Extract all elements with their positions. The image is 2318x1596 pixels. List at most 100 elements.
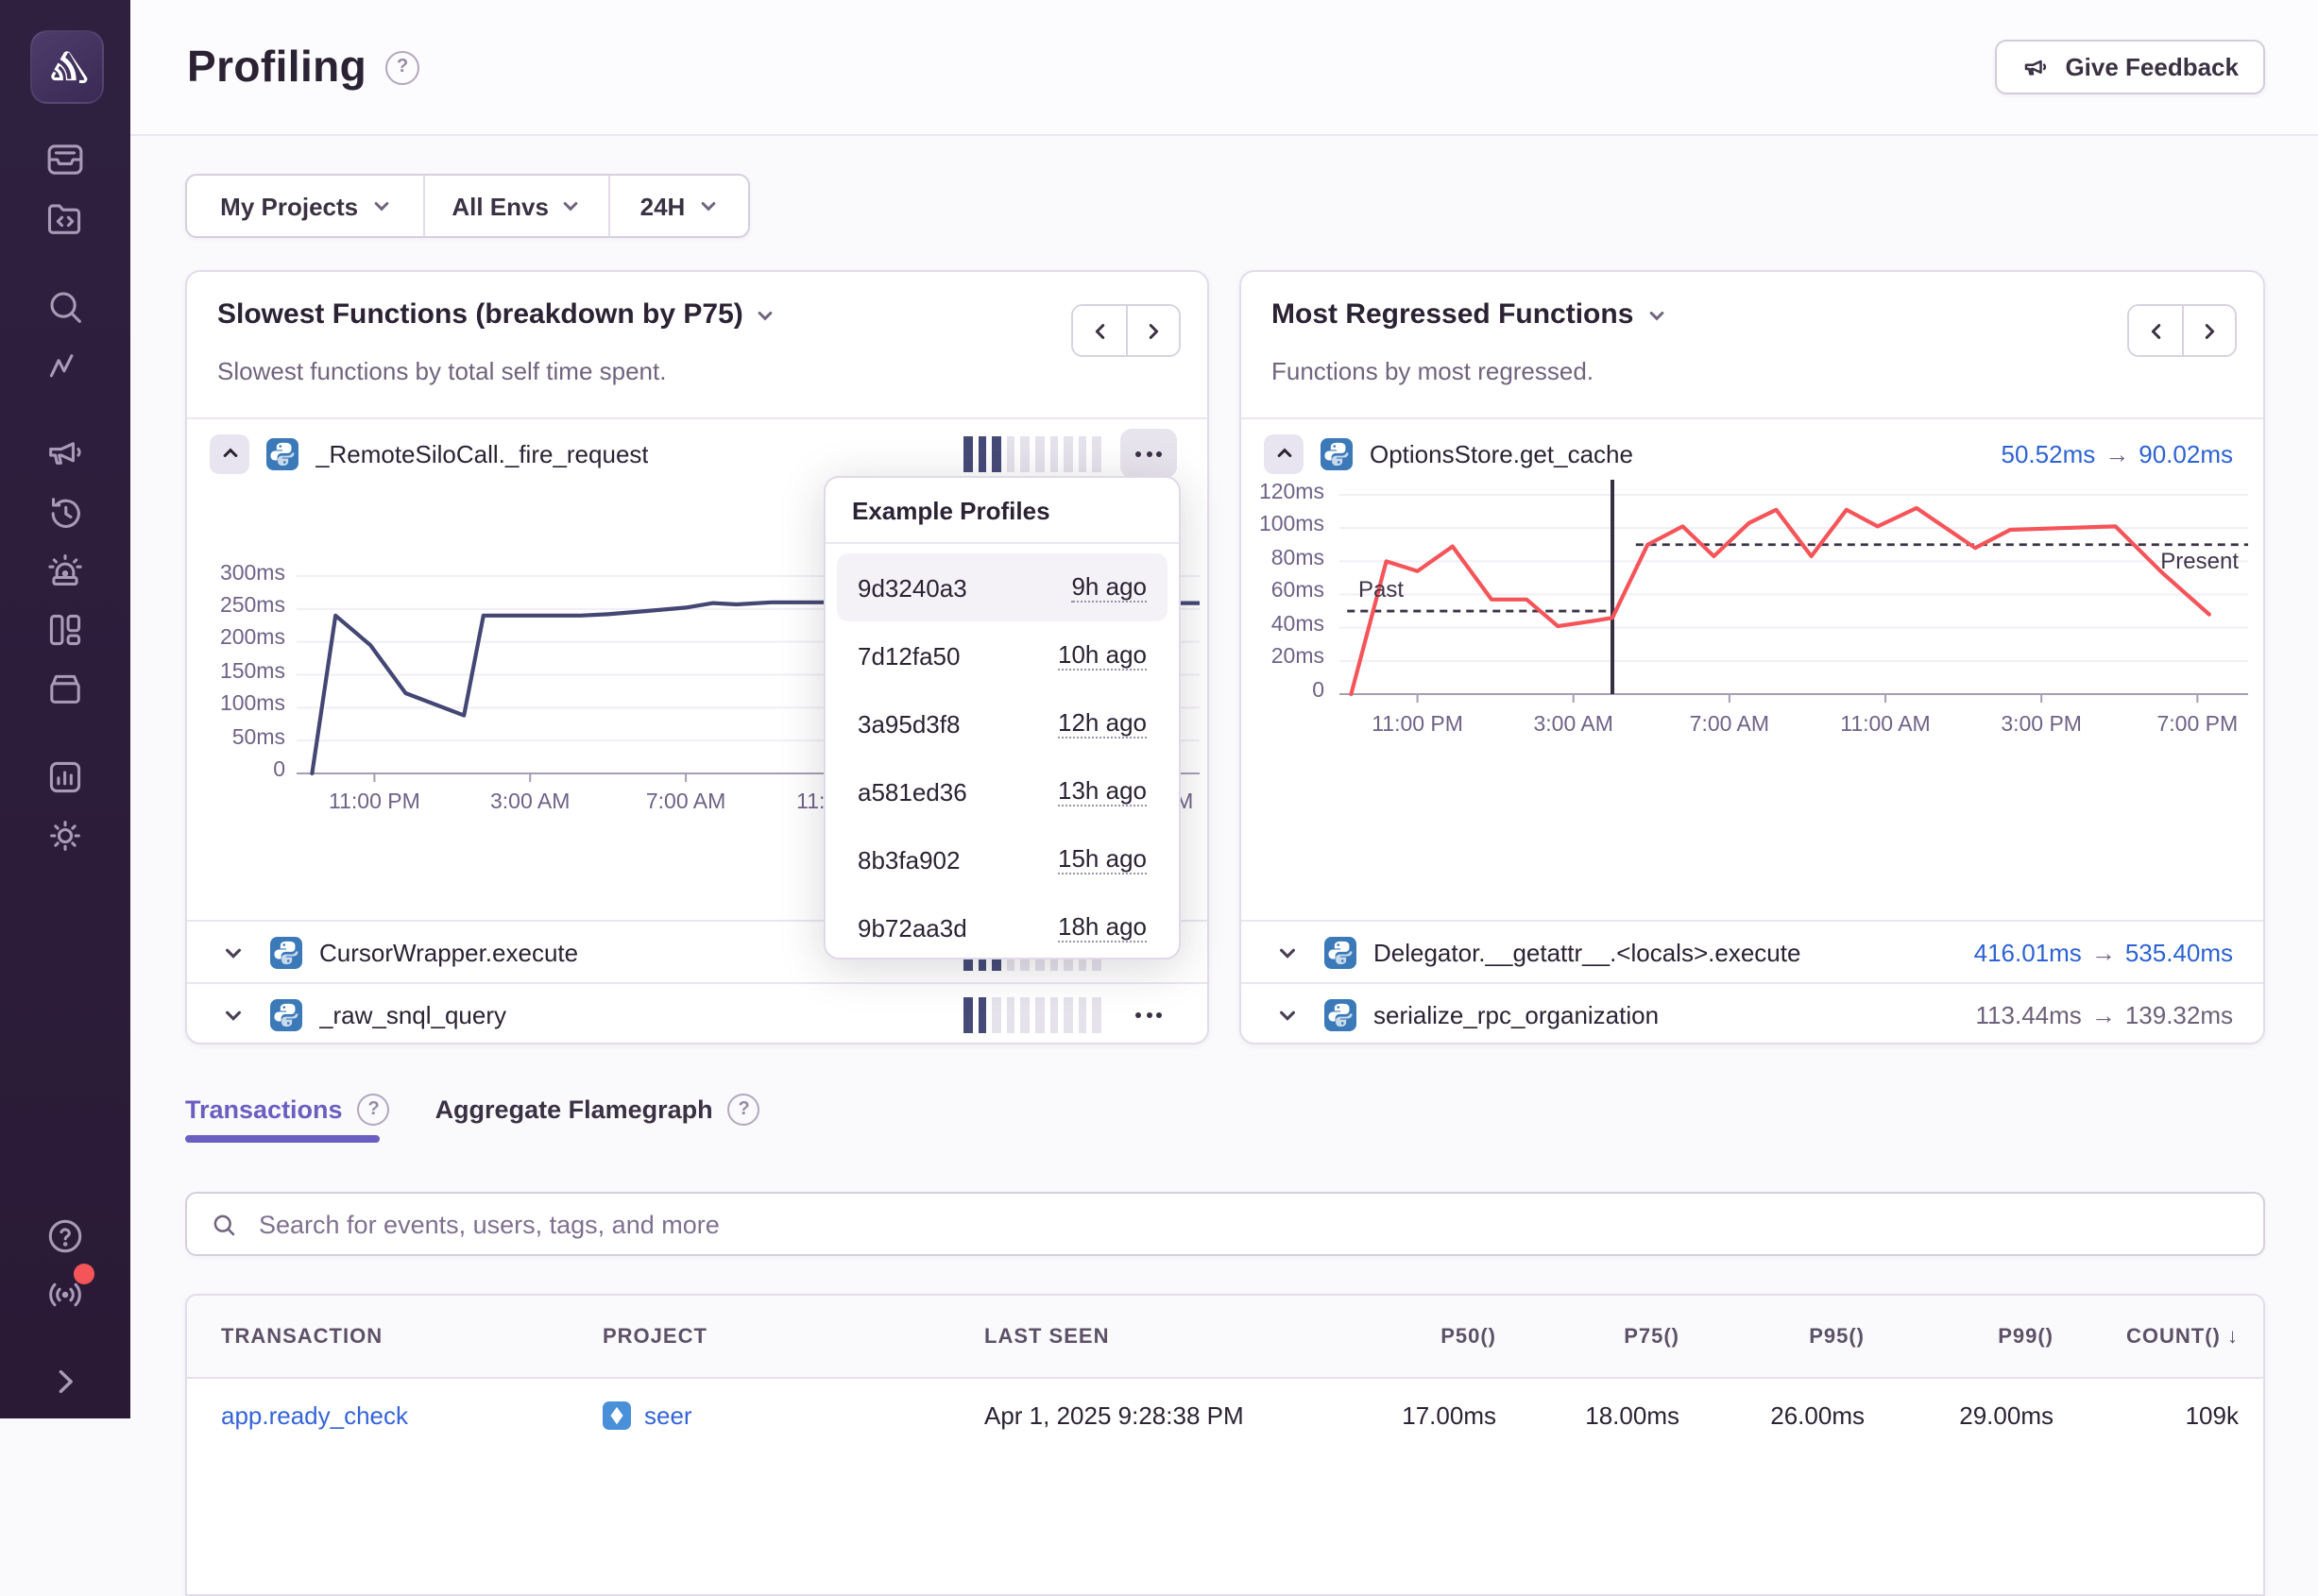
environment-filter[interactable]: All Envs [423,176,607,236]
column-p75[interactable]: P75() [1496,1325,1679,1348]
chevron-down-icon [1277,1005,1298,1026]
prev-page-button[interactable] [1073,306,1126,355]
next-page-button[interactable] [1126,306,1179,355]
chevron-left-icon [2145,320,2166,341]
sidebar-collapse-toggle[interactable] [43,1360,87,1403]
regression-values[interactable]: 50.52ms→90.02ms [2002,439,2234,467]
chevron-up-icon [220,444,239,463]
project-cell[interactable]: seer [603,1401,984,1429]
function-name[interactable]: _raw_snql_query [319,1001,506,1029]
transactions-help-icon[interactable]: ? [358,1094,390,1126]
search-icon [210,1210,238,1238]
function-name[interactable]: Delegator.__getattr__.<locals>.execute [1373,938,1800,966]
profile-item[interactable]: 7d12fa5010h ago [837,621,1168,689]
function-row: Delegator.__getattr__.<locals>.execute 4… [1241,920,2263,982]
regression-values[interactable]: 113.44ms→139.32ms [1976,1001,2233,1029]
profile-item[interactable]: 3a95d3f812h ago [837,689,1168,757]
column-p95[interactable]: P95() [1679,1325,1865,1348]
y-axis-tick: 60ms [1241,581,1324,603]
sidebar-item-traces[interactable] [43,346,87,389]
before-value: 416.01ms [1974,938,2082,966]
tab-transactions[interactable]: Transactions ? [185,1094,390,1126]
expand-row-button[interactable] [1268,995,1307,1035]
sidebar-item-stats[interactable] [43,756,87,799]
profile-count-bars [963,435,1101,471]
profile-age-link[interactable]: 12h ago [1058,708,1147,739]
date-range-filter[interactable]: 24H [607,176,748,236]
most-regressed-title[interactable]: Most Regressed Functions [1271,298,1665,331]
next-page-button[interactable] [2182,306,2235,355]
sentry-logo[interactable] [30,30,104,104]
regression-values[interactable]: 416.01ms→535.40ms [1974,938,2233,966]
function-name[interactable]: _RemoteSiloCall._fire_request [315,439,649,467]
prev-page-button[interactable] [2129,306,2182,355]
before-value: 113.44ms [1976,1001,2082,1029]
column-last-seen[interactable]: LAST SEEN [984,1325,1313,1348]
profile-item[interactable]: 9d3240a39h ago [837,553,1168,621]
profile-item[interactable]: 8b3fa90215h ago [837,825,1168,893]
column-transaction[interactable]: TRANSACTION [221,1325,603,1348]
profiling-page: Profiling ? Give Feedback My Projects Al… [0,0,2318,1418]
example-profiles-button[interactable] [1120,991,1177,1040]
column-p50[interactable]: P50() [1313,1325,1496,1348]
main-content: My Projects All Envs 24H Slowest Functio… [130,136,2318,1418]
sidebar-item-explore[interactable] [43,285,87,329]
collapse-row-button[interactable] [210,433,249,473]
sidebar-item-whats-new[interactable] [43,1273,87,1316]
folder-code-icon [43,196,87,240]
archive-box-icon [43,667,87,710]
python-icon [1324,936,1356,968]
sidebar-item-settings[interactable] [43,814,87,857]
chevron-up-icon [1274,444,1293,463]
transaction-link[interactable]: app.ready_check [221,1401,603,1429]
tab-aggregate-flamegraph[interactable]: Aggregate Flamegraph ? [435,1094,760,1126]
expand-row-button[interactable] [213,995,253,1035]
collapse-row-button[interactable] [1264,433,1304,473]
x-axis-tick: 3:00 AM [445,791,615,814]
profile-age-link[interactable]: 15h ago [1058,844,1147,874]
function-name[interactable]: serialize_rpc_organization [1373,1001,1659,1029]
sidebar-item-feedback[interactable] [43,431,87,474]
column-project[interactable]: PROJECT [603,1325,984,1348]
column-count[interactable]: COUNT() ↓ [2054,1325,2239,1348]
expand-row-button[interactable] [1268,932,1307,972]
slowest-pager [1071,304,1181,357]
sidebar-item-issues[interactable] [43,138,87,181]
sidebar-item-dashboards[interactable] [43,608,87,652]
x-axis-tick: 11:00 AM [1800,714,1970,737]
most-regressed-chart[interactable] [1339,475,2248,708]
sidebar-item-alerts[interactable] [43,550,87,593]
dashboard-grid-icon [43,608,87,652]
sidebar-item-replays[interactable] [43,491,87,535]
search-input[interactable] [255,1208,2241,1240]
siren-icon [43,550,87,593]
sort-desc-icon: ↓ [2227,1325,2239,1348]
function-name[interactable]: OptionsStore.get_cache [1370,439,1633,467]
profiling-help-icon[interactable]: ? [385,50,419,84]
profile-item[interactable]: a581ed3613h ago [837,757,1168,825]
seer-project-icon [603,1401,631,1429]
p75-value: 18.00ms [1496,1401,1679,1429]
page-header: Profiling ? Give Feedback [130,0,2318,136]
profile-age-link[interactable]: 13h ago [1058,776,1147,806]
give-feedback-button[interactable]: Give Feedback [1995,40,2265,94]
sidebar [0,0,130,1418]
flamegraph-help-icon[interactable]: ? [728,1094,760,1126]
example-profiles-dropdown: Example Profiles 9d3240a39h ago 7d12fa50… [824,476,1181,959]
last-seen-value: Apr 1, 2025 9:28:38 PM [984,1401,1313,1429]
sidebar-item-projects[interactable] [43,196,87,240]
project-filter[interactable]: My Projects [187,176,423,236]
profile-age-link[interactable]: 9h ago [1071,572,1147,603]
profile-age-link[interactable]: 10h ago [1058,640,1147,671]
python-icon [1324,999,1356,1031]
slowest-functions-title[interactable]: Slowest Functions (breakdown by P75) [217,298,776,331]
environment-filter-label: All Envs [452,192,549,220]
column-p99[interactable]: P99() [1865,1325,2054,1348]
profile-age-link[interactable]: 18h ago [1058,912,1147,942]
expand-row-button[interactable] [213,932,253,972]
example-profiles-button[interactable] [1120,429,1177,478]
sidebar-item-releases[interactable] [43,667,87,710]
profile-item[interactable]: 9b72aa3d18h ago [837,893,1168,961]
function-name[interactable]: CursorWrapper.execute [319,938,578,966]
sidebar-item-help[interactable] [43,1214,87,1258]
